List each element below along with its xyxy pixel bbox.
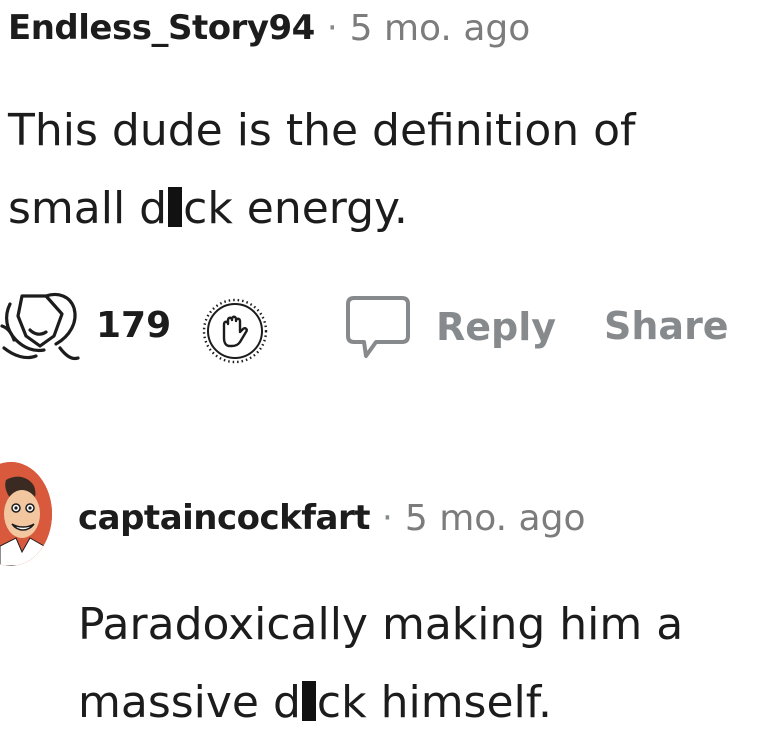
reply-button[interactable]: Reply — [340, 292, 556, 362]
comment-1-body-text-end: ck energy. — [183, 183, 408, 234]
reply-label: Reply — [436, 305, 557, 349]
comment-2-username[interactable]: captaincockfart — [78, 498, 371, 538]
comment-1-action-bar: 179 Reply Share — [0, 282, 757, 370]
comment-1-body: This dude is the definition of small d ck… — [8, 92, 748, 248]
comment-1-score: 179 — [96, 305, 172, 346]
share-button[interactable]: Share — [604, 304, 729, 348]
comment-1-username[interactable]: Endless_Story94 — [8, 8, 315, 48]
comment-2-body-text-end: ck himself. — [316, 677, 553, 728]
comment-bubble-icon — [346, 296, 410, 358]
comment-2-header: captaincockfart · 5 mo. ago — [78, 494, 585, 542]
award-icon[interactable] — [0, 286, 84, 366]
comment-1-header: Endless_Story94 · 5 mo. ago — [8, 4, 530, 52]
censor-bar — [168, 187, 183, 227]
comment-2-timestamp[interactable]: 5 mo. ago — [405, 498, 586, 539]
comment-2-body: Paradoxically making him a massive d ck h… — [78, 586, 757, 742]
comment-1-timestamp[interactable]: 5 mo. ago — [350, 8, 531, 49]
censor-bar — [301, 681, 316, 721]
user-avatar[interactable] — [0, 462, 52, 566]
comment-2-separator: · — [382, 498, 393, 538]
comment-1-separator: · — [326, 8, 338, 48]
downvote-hand-icon[interactable] — [200, 296, 270, 366]
